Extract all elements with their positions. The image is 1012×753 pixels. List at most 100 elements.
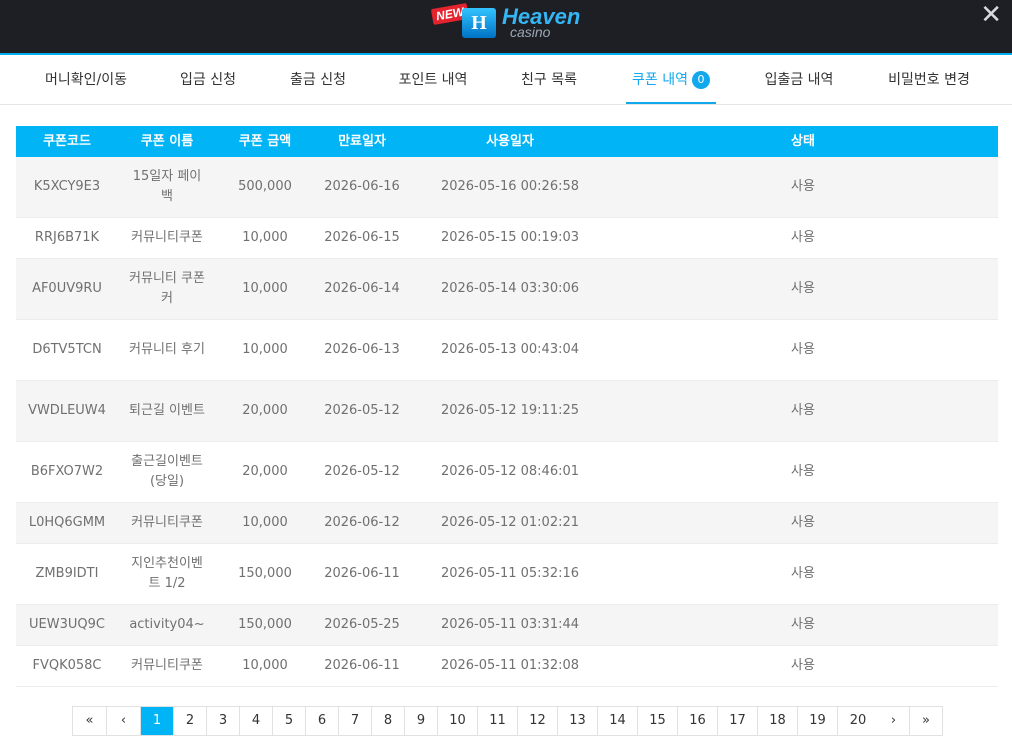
coupon-name-cell: 출근길이벤트(당일) [118,442,216,502]
coupon-code-cell: ZMB9IDTI [16,544,118,604]
next-page-button[interactable]: › [878,707,910,735]
tab-withdraw-request[interactable]: 출금 신청 [276,57,360,104]
coupon-amount-cell-text: 10,000 [242,515,288,530]
page-button[interactable]: 6 [306,707,339,735]
coupon-amount-cell: 20,000 [216,442,314,502]
tab-label: 입출금 내역 [764,72,834,88]
used-date-cell-text: 2026-05-12 08:46:01 [440,464,580,479]
coupon-name-cell: 퇴근길 이벤트 [118,381,216,441]
table-row: D6TV5TCN 커뮤니티 후기 10,000 2026-06-13 2026-05-1… [16,320,998,381]
page-button[interactable]: 14 [598,707,638,735]
expiry-date-cell-text: 2026-06-15 [324,230,400,245]
tab-bar: 머니확인/이동 입금 신청 출금 신청 포인트 내역 친구 목록 쿠폰 내역 0 … [0,57,1012,105]
tab-transaction-history[interactable]: 입출금 내역 [750,57,848,104]
page-button[interactable]: 1 [141,707,174,735]
page-button[interactable]: 11 [478,707,518,735]
used-date-cell: 2026-05-12 08:46:01 [410,442,610,502]
coupon-amount-cell: 10,000 [216,320,314,380]
coupon-code-cell-text: L0HQ6GMM [28,515,106,530]
coupon-name-cell-text: 커뮤니티쿠폰 [131,230,203,245]
tab-label: 포인트 내역 [398,72,468,88]
heaven-casino-logo[interactable]: NEW H Heaven casino [430,2,592,46]
used-date-cell: 2026-05-14 03:30:06 [410,259,610,319]
expiry-date-cell: 2026-06-16 [314,157,410,217]
coupon-name-cell-text: 커뮤니티쿠폰 [131,515,203,530]
coupon-name-cell: 커뮤니티쿠폰 [118,646,216,686]
used-date-cell: 2026-05-11 03:31:44 [410,605,610,645]
used-date-cell: 2026-05-16 00:26:58 [410,157,610,217]
prev-page-button[interactable]: ‹ [107,707,141,735]
status-cell: 사용 [610,605,996,645]
coupon-amount-cell: 150,000 [216,605,314,645]
page-button[interactable]: 5 [273,707,306,735]
status-cell-text: 사용 [791,179,815,194]
page-button[interactable]: 4 [240,707,273,735]
used-date-cell: 2026-05-12 01:02:21 [410,503,610,543]
status-cell: 사용 [610,259,996,319]
tab-change-password[interactable]: 비밀번호 변경 [874,57,984,104]
last-page-button[interactable]: » [910,707,942,735]
page-button[interactable]: 3 [207,707,240,735]
coupon-name-cell-text: 커뮤니티쿠폰 [131,658,203,673]
status-cell-text: 사용 [791,230,815,245]
coupon-name-cell-text: 커뮤니티 쿠폰커 [129,271,205,306]
header-coupon-code: 쿠폰코드 [43,134,91,149]
page-button[interactable]: 12 [518,707,558,735]
coupon-name-cell: 15일자 페이백 [118,157,216,217]
table-body: K5XCY9E3 15일자 페이백 500,000 2026-06-16 2026-05… [16,157,998,687]
coupon-amount-cell-text: 20,000 [242,464,288,479]
page-button[interactable]: 7 [339,707,372,735]
coupon-amount-cell-text: 10,000 [242,230,288,245]
expiry-date-cell: 2026-06-13 [314,320,410,380]
table-row: L0HQ6GMM 커뮤니티쿠폰 10,000 2026-06-12 2026-05-12… [16,503,998,544]
coupon-code-cell-text: FVQK058C [32,658,102,673]
page-button[interactable]: 20 [838,707,878,735]
coupon-amount-cell: 150,000 [216,544,314,604]
expiry-date-cell-text: 2026-06-12 [324,515,400,530]
tab-coupon-history[interactable]: 쿠폰 내역 0 [626,57,716,104]
page-button[interactable]: 16 [678,707,718,735]
page-button[interactable]: 17 [718,707,758,735]
page-button[interactable]: 9 [405,707,438,735]
page-button[interactable]: 13 [558,707,598,735]
used-date-cell-text: 2026-05-11 01:32:08 [440,658,580,673]
tab-friend-list[interactable]: 친구 목록 [506,57,592,104]
tab-deposit-request[interactable]: 입금 신청 [166,57,250,104]
used-date-cell-text: 2026-05-14 03:30:06 [440,281,580,296]
coupon-name-cell: 커뮤니티 쿠폰커 [118,259,216,319]
status-cell-text: 사용 [791,342,815,357]
coupon-amount-cell: 10,000 [216,646,314,686]
status-cell: 사용 [610,157,996,217]
coupon-amount-cell-text: 10,000 [242,658,288,673]
coupon-code-cell-text: ZMB9IDTI [35,566,99,581]
expiry-date-cell-text: 2026-05-12 [324,403,400,418]
page-button[interactable]: 15 [638,707,678,735]
expiry-date-cell: 2026-05-12 [314,381,410,441]
expiry-date-cell: 2026-05-25 [314,605,410,645]
used-date-cell: 2026-05-13 00:43:04 [410,320,610,380]
expiry-date-cell: 2026-06-12 [314,503,410,543]
page-button[interactable]: 19 [798,707,838,735]
first-page-button[interactable]: « [73,707,107,735]
coupon-name-cell: 커뮤니티쿠폰 [118,503,216,543]
tab-point-history[interactable]: 포인트 내역 [384,57,482,104]
coupon-name-cell: 커뮤니티쿠폰 [118,218,216,258]
coupon-amount-cell-text: 20,000 [242,403,288,418]
coupon-code-cell-text: D6TV5TCN [32,342,102,357]
expiry-date-cell-text: 2026-05-12 [324,464,400,479]
table-row: UEW3UQ9C activity04~ 150,000 2026-05-25 2026… [16,605,998,646]
table-row: FVQK058C 커뮤니티쿠폰 10,000 2026-06-11 2026-05-11… [16,646,998,687]
page-button[interactable]: 2 [174,707,207,735]
expiry-date-cell-text: 2026-06-14 [324,281,400,296]
page-button[interactable]: 8 [372,707,405,735]
close-icon[interactable]: ✕ [980,0,1002,30]
coupon-code-cell: VWDLEUW4 [16,381,118,441]
page-button[interactable]: 18 [758,707,798,735]
page-button[interactable]: 10 [438,707,478,735]
coupon-name-cell-text: 15일자 페이백 [132,169,202,204]
expiry-date-cell: 2026-06-14 [314,259,410,319]
tab-label: 머니확인/이동 [45,72,127,88]
tab-money-check[interactable]: 머니확인/이동 [30,57,142,104]
coupon-amount-cell: 10,000 [216,218,314,258]
coupon-name-cell-text: 지인추천이벤트 1/2 [131,556,203,591]
